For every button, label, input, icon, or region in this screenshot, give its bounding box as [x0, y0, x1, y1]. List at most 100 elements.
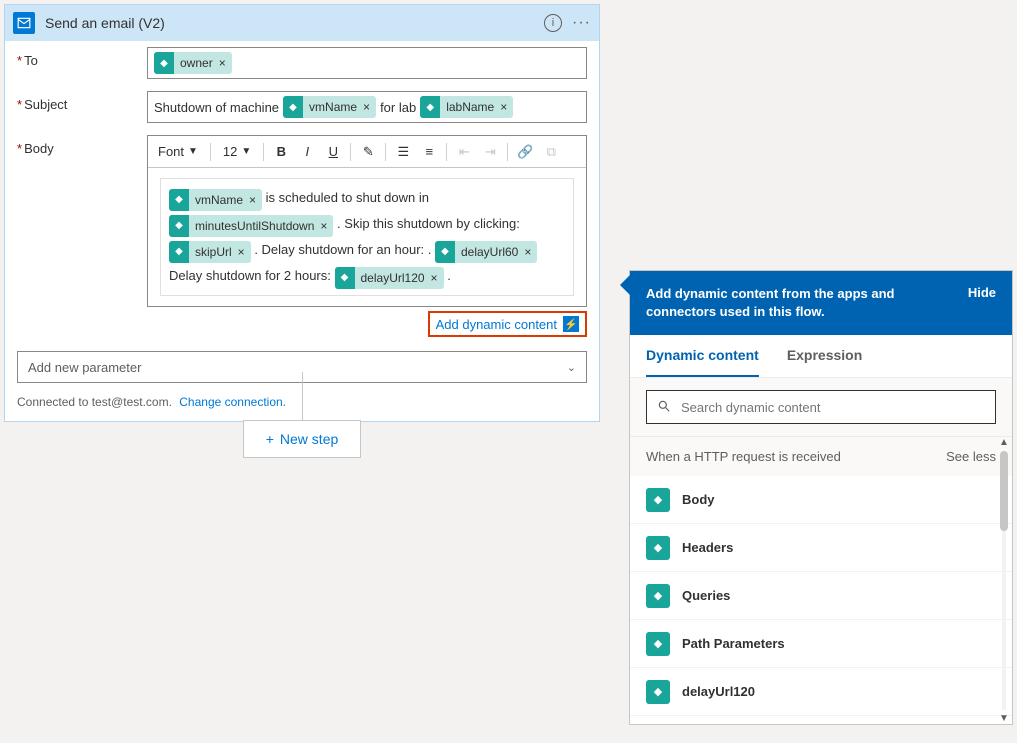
dynamic-item-path[interactable]: ◆Path Parameters — [630, 620, 1012, 668]
search-icon — [657, 399, 671, 416]
outdent-button[interactable]: ⇤ — [455, 144, 473, 160]
token-delay120[interactable]: ◆delayUrl120× — [335, 267, 444, 289]
dynamic-item-queries[interactable]: ◆Queries — [630, 572, 1012, 620]
body-row: *Body Font▼ 12▼ B I U ✎ ☰ — [5, 129, 599, 343]
font-select[interactable]: Font▼ — [154, 144, 202, 159]
token-icon: ◆ — [154, 52, 174, 74]
token-owner[interactable]: ◆ owner × — [154, 52, 232, 74]
info-icon[interactable]: i — [544, 14, 562, 32]
content-group-header: When a HTTP request is received See less — [630, 437, 1012, 476]
subject-label: *Subject — [17, 91, 147, 112]
token-icon: ◆ — [283, 96, 303, 118]
token-icon: ◆ — [646, 536, 670, 560]
connector-line — [302, 372, 303, 420]
subject-field[interactable]: Shutdown of machine ◆ vmName × for lab ◆… — [147, 91, 587, 123]
italic-button[interactable]: I — [298, 144, 316, 159]
plus-icon: + — [266, 431, 274, 447]
scrollbar[interactable]: ▲ ▼ — [998, 437, 1010, 724]
hide-button[interactable]: Hide — [968, 285, 996, 300]
token-remove-icon[interactable]: × — [500, 100, 507, 114]
code-button[interactable]: ⧉ — [542, 144, 560, 160]
dynamic-item-headers[interactable]: ◆Headers — [630, 524, 1012, 572]
body-field: Font▼ 12▼ B I U ✎ ☰ ≡ ⇤ ⇥ — [147, 135, 587, 307]
toolbar-separator — [210, 143, 211, 161]
dynamic-scroll-area: When a HTTP request is received See less… — [630, 436, 1012, 724]
token-vmname[interactable]: ◆vmName× — [169, 189, 262, 211]
token-labname[interactable]: ◆ labName × — [420, 96, 513, 118]
dynamic-search[interactable] — [646, 390, 996, 424]
bullets-button[interactable]: ☰ — [394, 144, 412, 160]
change-connection-link[interactable]: Change connection. — [179, 395, 286, 409]
token-icon: ◆ — [646, 584, 670, 608]
chevron-down-icon: ▼ — [241, 146, 251, 157]
body-label: *Body — [17, 135, 147, 156]
token-remove-icon[interactable]: × — [219, 56, 226, 70]
new-step-button[interactable]: + New step — [243, 420, 362, 458]
see-less-button[interactable]: See less — [946, 449, 996, 464]
indent-button[interactable]: ⇥ — [481, 144, 499, 160]
toolbar-separator — [385, 143, 386, 161]
dynamic-panel-header: Add dynamic content from the apps and co… — [630, 271, 1012, 335]
token-vmname[interactable]: ◆ vmName × — [283, 96, 376, 118]
token-remove-icon[interactable]: × — [249, 188, 256, 212]
tab-expression[interactable]: Expression — [787, 335, 862, 377]
search-wrap — [630, 378, 1012, 436]
toolbar-separator — [350, 143, 351, 161]
to-row: *To ◆ owner × — [5, 41, 599, 85]
token-icon: ◆ — [169, 189, 189, 211]
chevron-down-icon: ⌄ — [567, 361, 576, 374]
scroll-thumb[interactable] — [1000, 451, 1008, 531]
token-remove-icon[interactable]: × — [524, 240, 531, 264]
token-skipurl[interactable]: ◆skipUrl× — [169, 241, 251, 263]
body-editor[interactable]: ◆vmName× is scheduled to shut down in ◆m… — [148, 168, 586, 306]
toolbar-separator — [507, 143, 508, 161]
lightning-icon: ⚡ — [563, 316, 579, 332]
link-button[interactable]: 🔗 — [516, 144, 534, 160]
outlook-icon — [13, 12, 35, 34]
body-content[interactable]: ◆vmName× is scheduled to shut down in ◆m… — [160, 178, 574, 296]
scroll-up-icon[interactable]: ▲ — [998, 437, 1010, 448]
dynamic-content-panel: Add dynamic content from the apps and co… — [629, 270, 1013, 725]
token-delay60[interactable]: ◆delayUrl60× — [435, 241, 537, 263]
underline-button[interactable]: U — [324, 144, 342, 159]
size-select[interactable]: 12▼ — [219, 144, 255, 159]
token-icon: ◆ — [420, 96, 440, 118]
token-minutes[interactable]: ◆minutesUntilShutdown× — [169, 215, 333, 237]
bold-button[interactable]: B — [272, 144, 290, 159]
new-step-area: + New step — [0, 420, 604, 458]
token-icon: ◆ — [335, 267, 355, 289]
to-field[interactable]: ◆ owner × — [147, 47, 587, 79]
token-icon: ◆ — [169, 241, 189, 263]
token-remove-icon[interactable]: × — [238, 240, 245, 264]
rich-text-toolbar: Font▼ 12▼ B I U ✎ ☰ ≡ ⇤ ⇥ — [148, 136, 586, 168]
panel-pointer-icon — [620, 275, 630, 295]
to-label: *To — [17, 47, 147, 68]
subject-row: *Subject Shutdown of machine ◆ vmName × … — [5, 85, 599, 129]
card-title: Send an email (V2) — [45, 15, 544, 31]
search-input[interactable] — [681, 400, 985, 415]
dynamic-item-delay120[interactable]: ◆delayUrl120 — [630, 668, 1012, 716]
token-icon: ◆ — [646, 632, 670, 656]
card-header: Send an email (V2) i ··· — [5, 5, 599, 41]
scroll-down-icon[interactable]: ▼ — [998, 713, 1010, 724]
token-remove-icon[interactable]: × — [320, 214, 327, 238]
card-menu-icon[interactable]: ··· — [572, 14, 591, 32]
dynamic-tabs: Dynamic content Expression — [630, 335, 1012, 378]
tab-dynamic-content[interactable]: Dynamic content — [646, 335, 759, 377]
dynamic-item-delay60[interactable]: ◆delayUrl60 — [630, 716, 1012, 724]
numbered-button[interactable]: ≡ — [420, 144, 438, 159]
token-remove-icon[interactable]: × — [431, 266, 438, 290]
toolbar-separator — [263, 143, 264, 161]
token-icon: ◆ — [646, 488, 670, 512]
add-dynamic-content-button[interactable]: Add dynamic content ⚡ — [428, 311, 587, 337]
token-icon: ◆ — [646, 680, 670, 704]
dynamic-item-body[interactable]: ◆Body — [630, 476, 1012, 524]
token-icon: ◆ — [435, 241, 455, 263]
toolbar-separator — [446, 143, 447, 161]
token-remove-icon[interactable]: × — [363, 100, 370, 114]
token-icon: ◆ — [169, 215, 189, 237]
email-action-card: Send an email (V2) i ··· *To ◆ owner × *… — [4, 4, 600, 422]
chevron-down-icon: ▼ — [188, 146, 198, 157]
highlight-button[interactable]: ✎ — [359, 144, 377, 160]
add-dynamic-row: Add dynamic content ⚡ — [147, 307, 587, 337]
